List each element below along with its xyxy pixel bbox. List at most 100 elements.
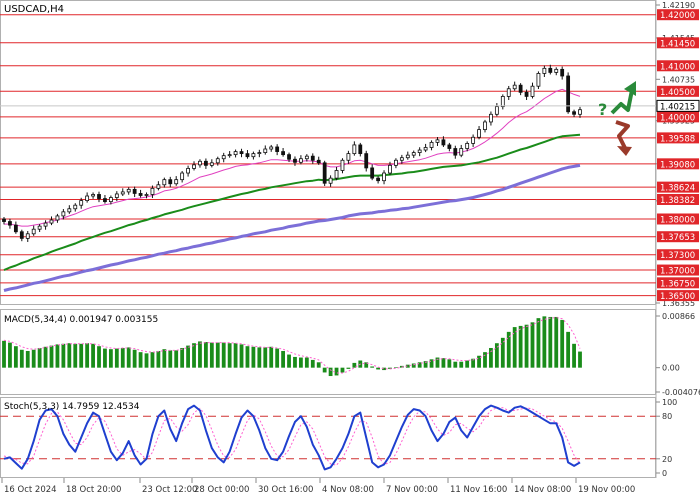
time-label: 11 Nov 16:00 [450, 485, 507, 495]
macd-bar [108, 349, 113, 368]
candle-body [578, 109, 582, 115]
candle-body [209, 162, 214, 166]
candle-body [489, 113, 493, 123]
candle-body [322, 162, 327, 184]
time-label: 19 Nov 00:00 [578, 485, 635, 495]
stoch-scale-label: 80 [662, 412, 672, 421]
candle-body [340, 159, 345, 171]
candle-body [97, 194, 101, 199]
candle-body [447, 144, 452, 149]
candle-body [483, 121, 487, 131]
candle-body [13, 224, 18, 233]
candle-body [108, 197, 113, 203]
macd-bar [126, 347, 131, 368]
macd-bar [542, 316, 547, 368]
macd-bar [506, 331, 511, 368]
candle-body [512, 84, 517, 90]
candle-body [566, 75, 571, 113]
level-label: 1.37653 [660, 233, 695, 243]
macd-bar [304, 357, 309, 368]
macd-bar [524, 324, 529, 368]
macd-bar [91, 343, 95, 368]
candle-body [91, 194, 95, 197]
candle-body [423, 147, 428, 151]
candle-body [73, 204, 78, 210]
level-label: 1.36500 [660, 292, 695, 302]
candle-body [394, 159, 398, 166]
candle-body [548, 67, 553, 73]
candle-body [560, 68, 565, 77]
macd-bar [346, 367, 351, 369]
macd-bar [453, 361, 458, 368]
candle-body [459, 148, 464, 156]
macd-bar [239, 344, 244, 368]
candle-body [542, 67, 547, 74]
candle-body [67, 208, 72, 213]
level-label: 1.42000 [660, 11, 695, 21]
macd-bar [221, 342, 226, 368]
candle-body [429, 141, 434, 148]
macd-bar [334, 367, 339, 376]
candle-body [358, 144, 363, 155]
macd-bar [548, 316, 553, 368]
candle-body [304, 155, 309, 160]
candle-body [2, 218, 6, 222]
macd-bar [245, 346, 250, 368]
candle-body [227, 154, 232, 157]
candle-body [251, 153, 256, 158]
macd-bar [257, 347, 262, 368]
candle-body [19, 231, 24, 239]
candle-body [203, 160, 208, 166]
macd-bar [168, 350, 173, 368]
level-label: 1.36750 [660, 279, 695, 289]
time-label: 14 Nov 08:00 [514, 485, 571, 495]
macd-bar [85, 343, 90, 368]
level-label: 1.37000 [660, 267, 695, 277]
macd-bar [560, 319, 565, 368]
macd-bar [37, 347, 42, 368]
macd-bar [156, 350, 161, 368]
macd-scale-label: -0.004076 [662, 388, 700, 397]
macd-bar [263, 347, 268, 368]
macd-bar [500, 337, 505, 368]
macd-bar [269, 346, 274, 368]
candle-body [293, 158, 297, 163]
level-label: 1.41450 [660, 39, 695, 49]
macd-bar [233, 343, 238, 368]
macd-bar [370, 366, 375, 368]
time-label: 18 Oct 20:00 [66, 485, 121, 495]
candle-body [328, 177, 333, 184]
macd-bar [465, 360, 470, 368]
macd-bar [322, 367, 327, 373]
candle-body [281, 151, 285, 156]
candle-body [156, 184, 161, 189]
candle-body [180, 172, 185, 181]
candle-body [334, 170, 339, 179]
macd-bar [180, 347, 185, 368]
stoch-title: Stoch(5,3,3) 14.7959 12.4534 [4, 402, 140, 412]
candle-body [376, 177, 381, 182]
time-label: 7 Nov 00:00 [386, 485, 438, 495]
candle-body [417, 149, 422, 153]
candle-body [162, 179, 167, 186]
macd-bar [299, 357, 303, 368]
macd-bar [227, 343, 232, 368]
candle-body [477, 129, 481, 138]
macd-bar [67, 343, 72, 368]
macd-bar [441, 358, 446, 368]
level-label: 1.39080 [660, 160, 695, 170]
macd-bar [150, 352, 155, 368]
candle-body [114, 193, 119, 198]
macd-bar [394, 367, 398, 368]
candle-body [352, 144, 357, 155]
macd-bar [578, 351, 582, 368]
macd-bar [459, 361, 464, 368]
macd-bar [192, 343, 196, 368]
candle-body [132, 188, 137, 194]
candle-body [198, 160, 202, 166]
macd-bar [144, 353, 149, 368]
candle-body [233, 151, 238, 156]
candle-body [465, 143, 470, 149]
candle-body [257, 152, 262, 155]
macd-bar [138, 352, 143, 368]
